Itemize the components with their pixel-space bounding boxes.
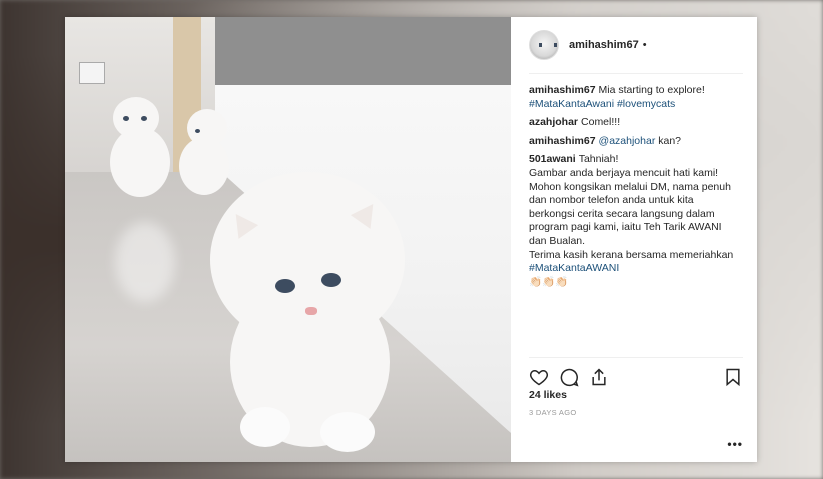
- post-side-panel: amihashim67 • amihashim67 Mia starting to…: [511, 17, 757, 462]
- kitten-small-left: [105, 92, 175, 202]
- comment-username[interactable]: amihashim67: [529, 135, 596, 147]
- comment-line: berkongsi cerita secara langsung dalam: [529, 207, 715, 220]
- comment-text: Mia starting to explore!: [598, 84, 705, 96]
- header-username[interactable]: amihashim67: [569, 39, 639, 51]
- post-header: amihashim67 •: [529, 17, 743, 74]
- comment-mention[interactable]: @azahjohar: [599, 135, 656, 147]
- comment-username[interactable]: 501awani: [529, 153, 576, 165]
- comment-line: Terima kasih kerana bersama memeriahkan: [529, 248, 734, 261]
- comments-list: amihashim67 Mia starting to explore! #Mat…: [529, 74, 743, 357]
- floor-reflection: [115, 222, 175, 302]
- post-card: amihashim67 • amihashim67 Mia starting to…: [65, 17, 757, 462]
- comment-emoji: 👏🏻👏🏻👏🏻: [529, 275, 569, 288]
- comment-text: Comel!!!: [581, 116, 621, 129]
- photo-wall-outlet: [79, 62, 105, 84]
- comment-icon[interactable]: [559, 367, 579, 387]
- post-photo[interactable]: [65, 17, 511, 462]
- comment-username[interactable]: azahjohar: [529, 116, 578, 128]
- comment-line: program pagi kami, iaitu Teh Tarik AWANI: [529, 221, 722, 234]
- likes-count[interactable]: 24 likes: [529, 389, 567, 401]
- comment-hashtag[interactable]: #MataKantaAWANI: [529, 262, 743, 276]
- share-icon[interactable]: [589, 367, 609, 387]
- kitten-main: [205, 167, 415, 457]
- comment-item: azahjohar Comel!!!: [529, 116, 743, 130]
- header-dot: •: [642, 39, 647, 51]
- action-bar: [529, 357, 743, 387]
- comment-item: amihashim67 @azahjohar kan?: [529, 135, 743, 149]
- photo-wall-top: [215, 17, 511, 85]
- bookmark-icon[interactable]: [723, 367, 743, 387]
- comment-item: 501awani Tahniah! Gambar anda berjaya men…: [529, 153, 743, 289]
- comment-text: kan?: [658, 134, 682, 147]
- comment-text: Tahniah!: [578, 153, 619, 166]
- more-options-icon[interactable]: •••: [727, 437, 743, 451]
- comment-hashtags[interactable]: #MataKantaAwani #lovemycats: [529, 98, 743, 112]
- avatar[interactable]: [529, 30, 559, 60]
- post-timestamp: 3 DAYS AGO: [529, 408, 577, 417]
- comment-line: Gambar anda berjaya mencuit hati kami!: [529, 166, 719, 179]
- comment-line: Mohon kongsikan melalui DM, nama penuh: [529, 180, 731, 193]
- comment-line: dan nombor telefon anda untuk kita: [529, 194, 694, 207]
- heart-icon[interactable]: [529, 367, 549, 387]
- comment-username[interactable]: amihashim67: [529, 84, 596, 96]
- comment-line: dan Bualan.: [529, 234, 586, 247]
- comment-item: amihashim67 Mia starting to explore! #Mat…: [529, 84, 743, 111]
